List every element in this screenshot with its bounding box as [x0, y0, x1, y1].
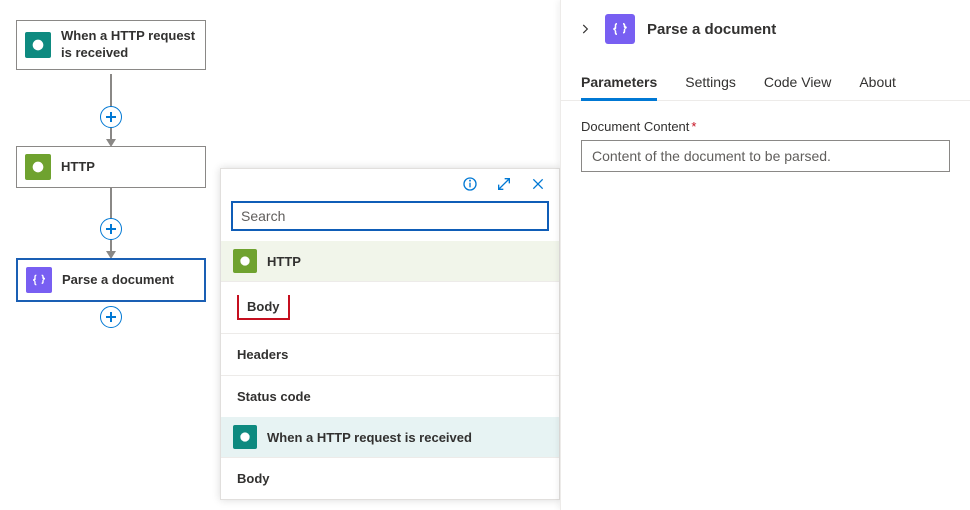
braces-icon [605, 14, 635, 44]
add-step-button[interactable] [100, 106, 122, 128]
field-body-highlighted[interactable]: Body [237, 295, 290, 320]
field-status-code[interactable]: Status code [221, 375, 559, 417]
field-row-body[interactable]: Body [221, 281, 559, 333]
properties-panel: Parse a document Parameters Settings Cod… [560, 0, 970, 510]
add-step-button[interactable] [100, 218, 122, 240]
tab-settings[interactable]: Settings [685, 66, 736, 100]
flow-node-http[interactable]: HTTP [16, 146, 206, 188]
add-step-button[interactable] [100, 306, 122, 328]
tab-parameters[interactable]: Parameters [581, 66, 657, 100]
section-title: HTTP [267, 254, 301, 269]
expand-icon[interactable] [495, 175, 513, 193]
flow-node-parse-document[interactable]: Parse a document [16, 258, 206, 302]
search-input[interactable] [231, 201, 549, 231]
field-headers[interactable]: Headers [221, 333, 559, 375]
popover-toolbar [221, 169, 559, 199]
trigger-icon [25, 32, 51, 58]
info-icon[interactable] [461, 175, 479, 193]
panel-header: Parse a document [561, 0, 970, 58]
label-text: Document Content [581, 119, 689, 134]
tab-about[interactable]: About [859, 66, 896, 100]
document-content-input[interactable] [581, 140, 950, 172]
trigger-icon [233, 425, 257, 449]
http-icon [233, 249, 257, 273]
braces-icon [26, 267, 52, 293]
node-label: HTTP [61, 159, 95, 176]
document-content-label: Document Content* [581, 119, 950, 134]
section-title: When a HTTP request is received [267, 430, 472, 445]
search-container [221, 199, 559, 241]
section-header-trigger[interactable]: When a HTTP request is received [221, 417, 559, 457]
form-area: Document Content* [561, 101, 970, 190]
required-asterisk: * [691, 119, 696, 134]
section-header-http[interactable]: HTTP [221, 241, 559, 281]
flow-canvas: When a HTTP request is received HTTP Par… [0, 0, 210, 510]
flow-node-http-trigger[interactable]: When a HTTP request is received [16, 20, 206, 70]
close-icon[interactable] [529, 175, 547, 193]
field-body[interactable]: Body [221, 457, 559, 499]
tab-code-view[interactable]: Code View [764, 66, 831, 100]
chevron-right-icon[interactable] [577, 21, 593, 37]
node-label: Parse a document [62, 272, 174, 289]
dynamic-content-popover: HTTP Body Headers Status code When a HTT… [220, 168, 560, 500]
http-icon [25, 154, 51, 180]
panel-tabs: Parameters Settings Code View About [561, 58, 970, 101]
node-label: When a HTTP request is received [61, 28, 197, 62]
panel-title: Parse a document [647, 21, 776, 38]
